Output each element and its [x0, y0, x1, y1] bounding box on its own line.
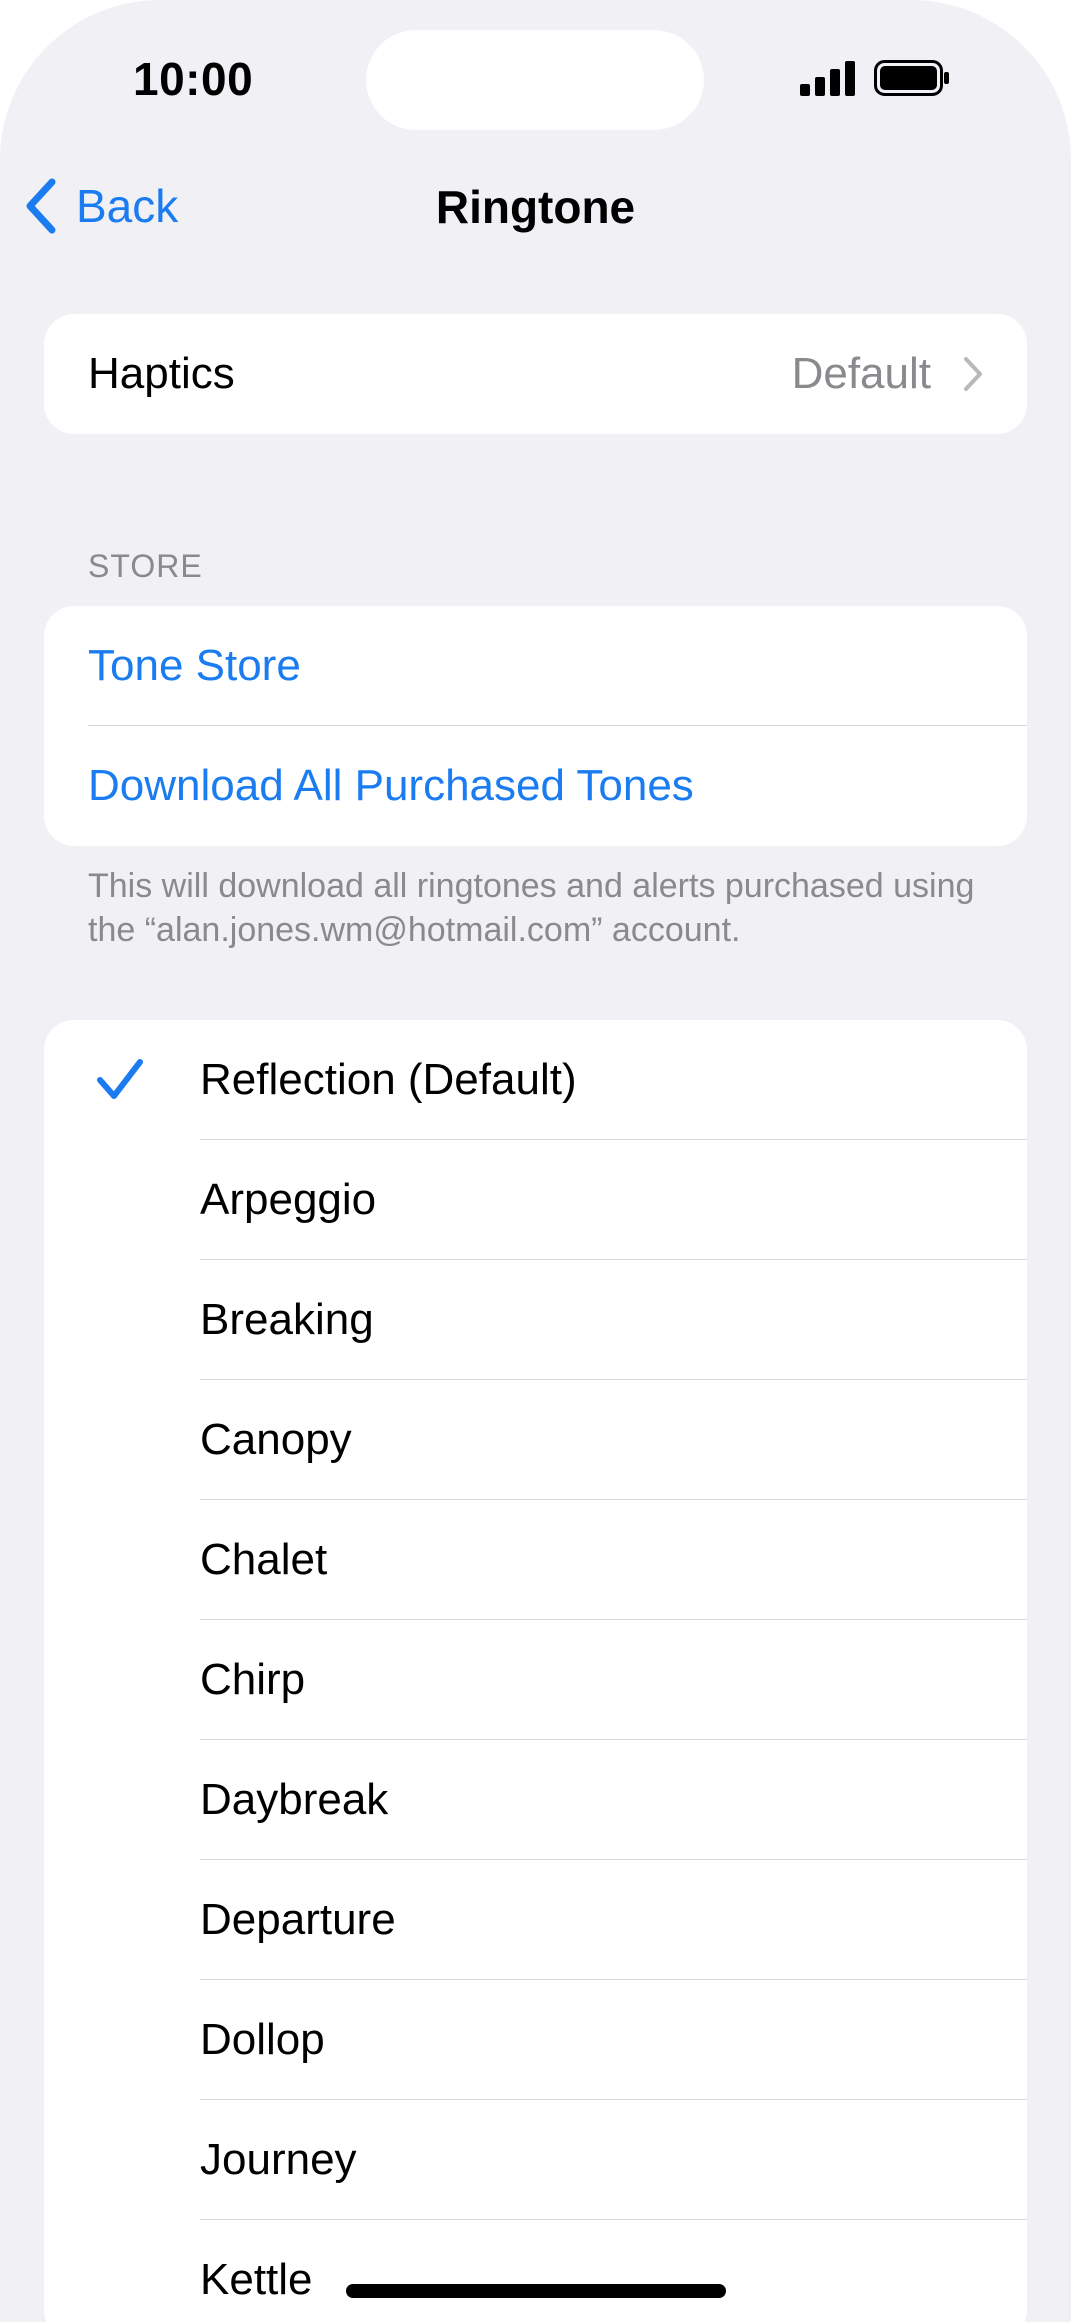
haptics-value: Default — [791, 349, 931, 398]
ringtone-item-chirp[interactable]: Chirp — [44, 1620, 1027, 1740]
ringtone-label: Breaking — [200, 1295, 374, 1344]
ringtone-list: Reflection (Default) Arpeggio Breaking C… — [44, 1020, 1027, 2322]
ringtone-label: Chalet — [200, 1535, 328, 1584]
tone-store-button[interactable]: Tone Store — [44, 606, 1027, 726]
ringtone-label: Departure — [200, 1895, 396, 1944]
store-footer-note: This will download all ringtones and ale… — [88, 867, 975, 949]
ringtone-label: Kettle — [200, 2255, 313, 2304]
page-title: Ringtone — [435, 181, 636, 233]
checkmark-icon — [97, 1059, 143, 1099]
battery-full-icon — [874, 60, 949, 96]
haptics-group: Haptics Default — [44, 314, 1027, 434]
download-all-tones-label: Download All Purchased Tones — [88, 761, 694, 810]
tone-store-label: Tone Store — [88, 641, 301, 690]
ringtone-label: Daybreak — [200, 1775, 389, 1824]
store-group: Tone Store Download All Purchased Tones — [44, 606, 1027, 846]
ringtone-label: Canopy — [200, 1415, 352, 1464]
ringtone-item-canopy[interactable]: Canopy — [44, 1380, 1027, 1500]
ringtone-item-chalet[interactable]: Chalet — [44, 1500, 1027, 1620]
download-all-tones-button[interactable]: Download All Purchased Tones — [44, 726, 1027, 846]
home-indicator[interactable] — [346, 2284, 726, 2298]
phone-screen: 10:00 Back Ringtone Haptics Default STOR… — [0, 0, 1071, 2322]
ringtone-item-reflection[interactable]: Reflection (Default) — [44, 1020, 1027, 1140]
chevron-right-icon — [964, 357, 982, 391]
ringtone-item-breaking[interactable]: Breaking — [44, 1260, 1027, 1380]
haptics-row[interactable]: Haptics Default — [44, 314, 1027, 434]
haptics-label: Haptics — [88, 349, 235, 398]
ringtone-item-departure[interactable]: Departure — [44, 1860, 1027, 1980]
store-section-header: STORE — [88, 548, 203, 584]
ringtone-item-arpeggio[interactable]: Arpeggio — [44, 1140, 1027, 1260]
ringtone-label: Chirp — [200, 1655, 306, 1704]
status-time: 10:00 — [133, 53, 254, 105]
ringtone-item-journey[interactable]: Journey — [44, 2100, 1027, 2220]
ringtone-label: Arpeggio — [200, 1175, 377, 1224]
ringtone-item-daybreak[interactable]: Daybreak — [44, 1740, 1027, 1860]
dynamic-island — [366, 30, 704, 130]
cellular-signal-icon — [800, 61, 855, 96]
ringtone-item-kettle[interactable]: Kettle — [44, 2220, 1027, 2322]
ringtone-item-dollop[interactable]: Dollop — [44, 1980, 1027, 2100]
ringtone-label: Journey — [200, 2135, 357, 2184]
ringtone-label: Dollop — [200, 2015, 325, 2064]
